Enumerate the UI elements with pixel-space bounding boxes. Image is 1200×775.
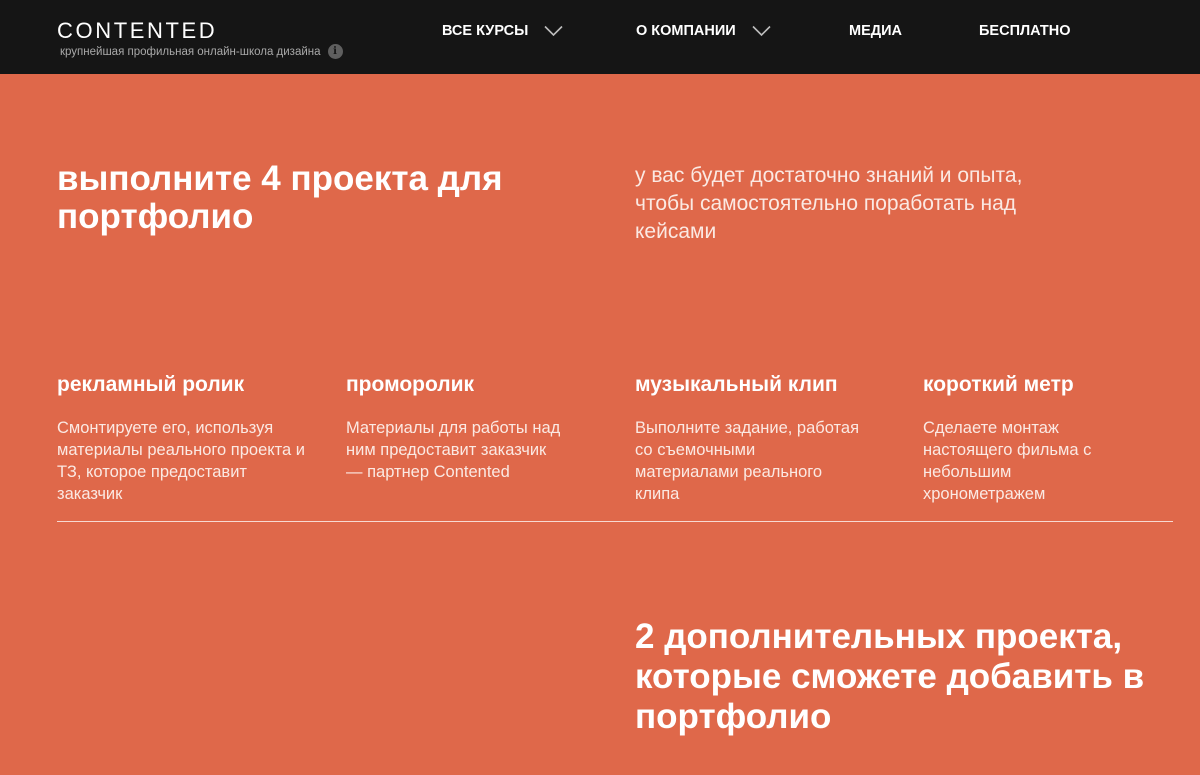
chevron-down-icon <box>752 25 771 37</box>
extra-projects-title: 2 дополнительных проекта, которые сможет… <box>635 617 1145 736</box>
nav-about-company-label: О КОМПАНИИ <box>636 23 736 39</box>
nav-media-label: МЕДИА <box>849 23 902 39</box>
nav-all-courses[interactable]: ВСЕ КУРСЫ <box>442 22 563 40</box>
project-card-promo: проморолик Материалы для работы над ним … <box>346 372 608 483</box>
project-text: Смонтируете его, используя материалы реа… <box>57 419 306 503</box>
nav-about-company[interactable]: О КОМПАНИИ <box>636 22 771 40</box>
nav-free-label: БЕСПЛАТНО <box>979 23 1071 39</box>
project-title: короткий метр <box>923 373 1074 396</box>
project-card-short-film: короткий метр Сделаете монтаж настоящего… <box>923 372 1185 505</box>
project-text: Выполните задание, работая со съемочными… <box>635 419 860 503</box>
site-header: CONTENTED крупнейшая профильная онлайн-ш… <box>0 0 1200 74</box>
project-text: Материалы для работы над ним предоставит… <box>346 419 561 481</box>
nav-free[interactable]: БЕСПЛАТНО <box>979 22 1071 40</box>
tagline-text: крупнейшая профильная онлайн-школа дизай… <box>60 45 321 58</box>
hero-description: у вас будет достаточно знаний и опыта, ч… <box>635 164 1023 243</box>
project-card-ad: рекламный ролик Смонтируете его, использ… <box>57 372 319 505</box>
tagline: крупнейшая профильная онлайн-школа дизай… <box>60 44 343 59</box>
project-card-music-video: музыкальный клип Выполните задание, рабо… <box>635 372 897 505</box>
nav-all-courses-label: ВСЕ КУРСЫ <box>442 23 529 39</box>
project-text: Сделаете монтаж настоящего фильма с небо… <box>923 419 1092 503</box>
project-title: проморолик <box>346 373 475 396</box>
nav-media[interactable]: МЕДИА <box>849 22 902 40</box>
hero-title: выполните 4 проекта для портфолио <box>57 159 503 236</box>
chevron-down-icon <box>544 25 563 37</box>
project-title: рекламный ролик <box>57 373 245 396</box>
info-icon[interactable]: i <box>327 44 343 59</box>
section-divider <box>57 521 1173 522</box>
project-title: музыкальный клип <box>635 373 838 396</box>
logo[interactable]: CONTENTED <box>57 19 217 43</box>
